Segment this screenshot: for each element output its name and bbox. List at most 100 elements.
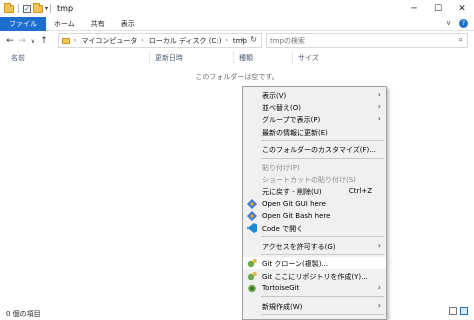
empty-folder-message: このフォルダーは空です。 xyxy=(195,73,279,81)
column-name[interactable]: 名前 xyxy=(11,53,25,63)
ribbon-right-controls: ∨ ? xyxy=(446,19,468,28)
git-gui-icon xyxy=(247,198,257,209)
address-bar[interactable]: › マイコンピュータ › ローカル ディスク (C:) › tmp ∨ ↻ xyxy=(58,33,262,48)
recent-locations-icon[interactable]: ∨ xyxy=(28,38,38,45)
tab-view[interactable]: 表示 xyxy=(113,17,143,31)
forward-button[interactable]: → xyxy=(16,36,28,46)
close-button[interactable]: ✕ xyxy=(450,0,474,17)
folder-icon xyxy=(62,37,70,44)
menu-separator xyxy=(261,296,384,298)
breadcrumb-my-computer[interactable]: マイコンピュータ xyxy=(81,36,137,46)
menu-item[interactable]: 新規作成(W) › xyxy=(243,300,386,312)
menu-item-label: ショートカットの貼り付け(S) xyxy=(262,176,356,185)
menu-item: ショートカットの貼り付け(S) xyxy=(243,173,386,185)
chevron-right-icon: › xyxy=(377,240,381,250)
tab-share[interactable]: 共有 xyxy=(83,17,113,31)
chevron-right-icon[interactable]: › xyxy=(225,37,227,44)
menu-item[interactable]: 最新の情報に更新(E) xyxy=(243,126,386,138)
column-modified[interactable]: 更新日時 xyxy=(155,53,183,63)
menu-separator xyxy=(261,254,384,256)
column-divider[interactable] xyxy=(233,52,234,63)
breadcrumb-local-disk[interactable]: ローカル ディスク (C:) xyxy=(149,36,222,46)
help-icon[interactable]: ? xyxy=(459,19,468,28)
menu-item-label: 元に戻す - 削除(U) xyxy=(262,188,322,197)
menu-item[interactable]: Git ここにリポジトリを作成(Y)... xyxy=(243,270,386,282)
menu-item-label: Git クローン(複製)... xyxy=(262,260,329,269)
menu-separator xyxy=(261,140,384,142)
column-size[interactable]: サイズ xyxy=(298,53,319,63)
navigation-bar: ← → ∨ ↑ › マイコンピュータ › ローカル ディスク (C:) › tm… xyxy=(0,31,474,51)
search-input[interactable]: tmpの検索 xyxy=(270,36,305,46)
context-menu: 表示(V) › 並べ替え(O) › グループで表示(P) › 最新の情報に更新(E) このフォ… xyxy=(242,86,387,320)
search-icon: ⌕ xyxy=(458,35,463,44)
menu-item-label: グループで表示(P) xyxy=(262,116,321,125)
menu-item[interactable]: Open Git GUI here xyxy=(243,198,386,210)
search-box[interactable]: tmpの検索 ⌕ xyxy=(266,33,468,48)
menu-separator xyxy=(261,157,384,159)
column-headers: 名前 更新日時 種類 サイズ xyxy=(0,51,474,64)
properties-check-icon[interactable]: ✓ xyxy=(23,4,31,13)
menu-item-label: 表示(V) xyxy=(262,92,287,100)
chevron-right-icon: › xyxy=(377,282,381,292)
tortoisegit-clone-icon xyxy=(247,258,257,268)
column-divider[interactable] xyxy=(149,52,150,63)
status-item-count: 0 個の項目 xyxy=(6,310,41,318)
menu-item[interactable]: このフォルダーのカスタマイズ(F)... xyxy=(243,143,386,155)
column-type[interactable]: 種類 xyxy=(239,53,253,63)
menu-item[interactable]: TortoiseGit › xyxy=(243,282,386,294)
view-toggle xyxy=(449,307,468,315)
menu-item[interactable]: 表示(V) › xyxy=(243,89,386,101)
details-view-icon[interactable] xyxy=(449,307,457,315)
chevron-right-icon: › xyxy=(377,102,381,112)
menu-item-label: 貼り付け(P) xyxy=(262,164,300,172)
menu-item-label: TortoiseGit xyxy=(262,283,300,292)
menu-item-label: 新規作成(W) xyxy=(262,302,303,311)
title-bar: ✓ ▾ tmp ─ ☐ ✕ xyxy=(0,0,474,17)
menu-item-label: Open Git GUI here xyxy=(262,199,326,208)
ribbon-tabs: ファイル ホーム 共有 表示 ∨ ? xyxy=(0,16,474,31)
tab-file[interactable]: ファイル xyxy=(0,16,46,31)
expand-ribbon-icon[interactable]: ∨ xyxy=(446,19,451,28)
window-title: tmp xyxy=(57,4,74,13)
chevron-right-icon[interactable]: › xyxy=(74,37,76,44)
window-controls: ─ ☐ ✕ xyxy=(402,0,474,17)
separator xyxy=(50,4,52,13)
menu-item-label: アクセスを許可する(G) xyxy=(262,242,336,251)
menu-item-label: このフォルダーのカスタマイズ(F)... xyxy=(262,146,376,155)
menu-item[interactable]: 元に戻す - 削除(U) Ctrl+Z xyxy=(243,185,386,197)
menu-item[interactable]: 並べ替え(O) › xyxy=(243,101,386,113)
menu-item: 貼り付け(P) xyxy=(243,161,386,173)
tab-home[interactable]: ホーム xyxy=(46,17,83,31)
git-bash-icon xyxy=(247,210,257,221)
menu-item-label: Open Git Bash here xyxy=(262,211,331,220)
up-button[interactable]: ↑ xyxy=(38,36,50,46)
back-button[interactable]: ← xyxy=(4,36,16,46)
menu-item[interactable]: Open Git Bash here xyxy=(243,210,386,222)
menu-item-label: Git ここにリポジトリを作成(Y)... xyxy=(262,272,368,281)
quick-access-toolbar: ✓ ▾ xyxy=(4,2,48,13)
chevron-right-icon[interactable]: › xyxy=(141,37,143,44)
separator xyxy=(18,4,19,13)
chevron-right-icon: › xyxy=(377,300,381,310)
vscode-icon xyxy=(247,223,257,233)
minimize-button[interactable]: ─ xyxy=(402,0,426,17)
menu-item-label: Code で開く xyxy=(262,225,304,233)
menu-item-label: 並べ替え(O) xyxy=(262,104,301,113)
refresh-icon[interactable]: ↻ xyxy=(250,35,257,44)
tortoisegit-icon xyxy=(247,283,257,293)
menu-item[interactable]: アクセスを許可する(G) › xyxy=(243,240,386,252)
tortoisegit-create-icon xyxy=(247,271,257,281)
menu-item-shortcut: Ctrl+Z xyxy=(348,187,372,196)
column-divider[interactable] xyxy=(292,52,293,63)
chevron-right-icon: › xyxy=(377,90,381,99)
maximize-button[interactable]: ☐ xyxy=(426,0,450,17)
chevron-right-icon: › xyxy=(377,114,381,124)
menu-item[interactable]: Code で開く xyxy=(243,222,386,234)
new-folder-icon[interactable] xyxy=(33,2,43,13)
large-icons-view-icon[interactable] xyxy=(460,307,468,315)
menu-separator xyxy=(261,236,384,238)
menu-item[interactable]: Git クローン(複製)... xyxy=(243,257,386,270)
address-dropdown-icon[interactable]: ∨ xyxy=(241,36,245,43)
menu-item[interactable]: グループで表示(P) › xyxy=(243,113,386,125)
customize-quick-access-icon[interactable]: ▾ xyxy=(45,5,48,12)
